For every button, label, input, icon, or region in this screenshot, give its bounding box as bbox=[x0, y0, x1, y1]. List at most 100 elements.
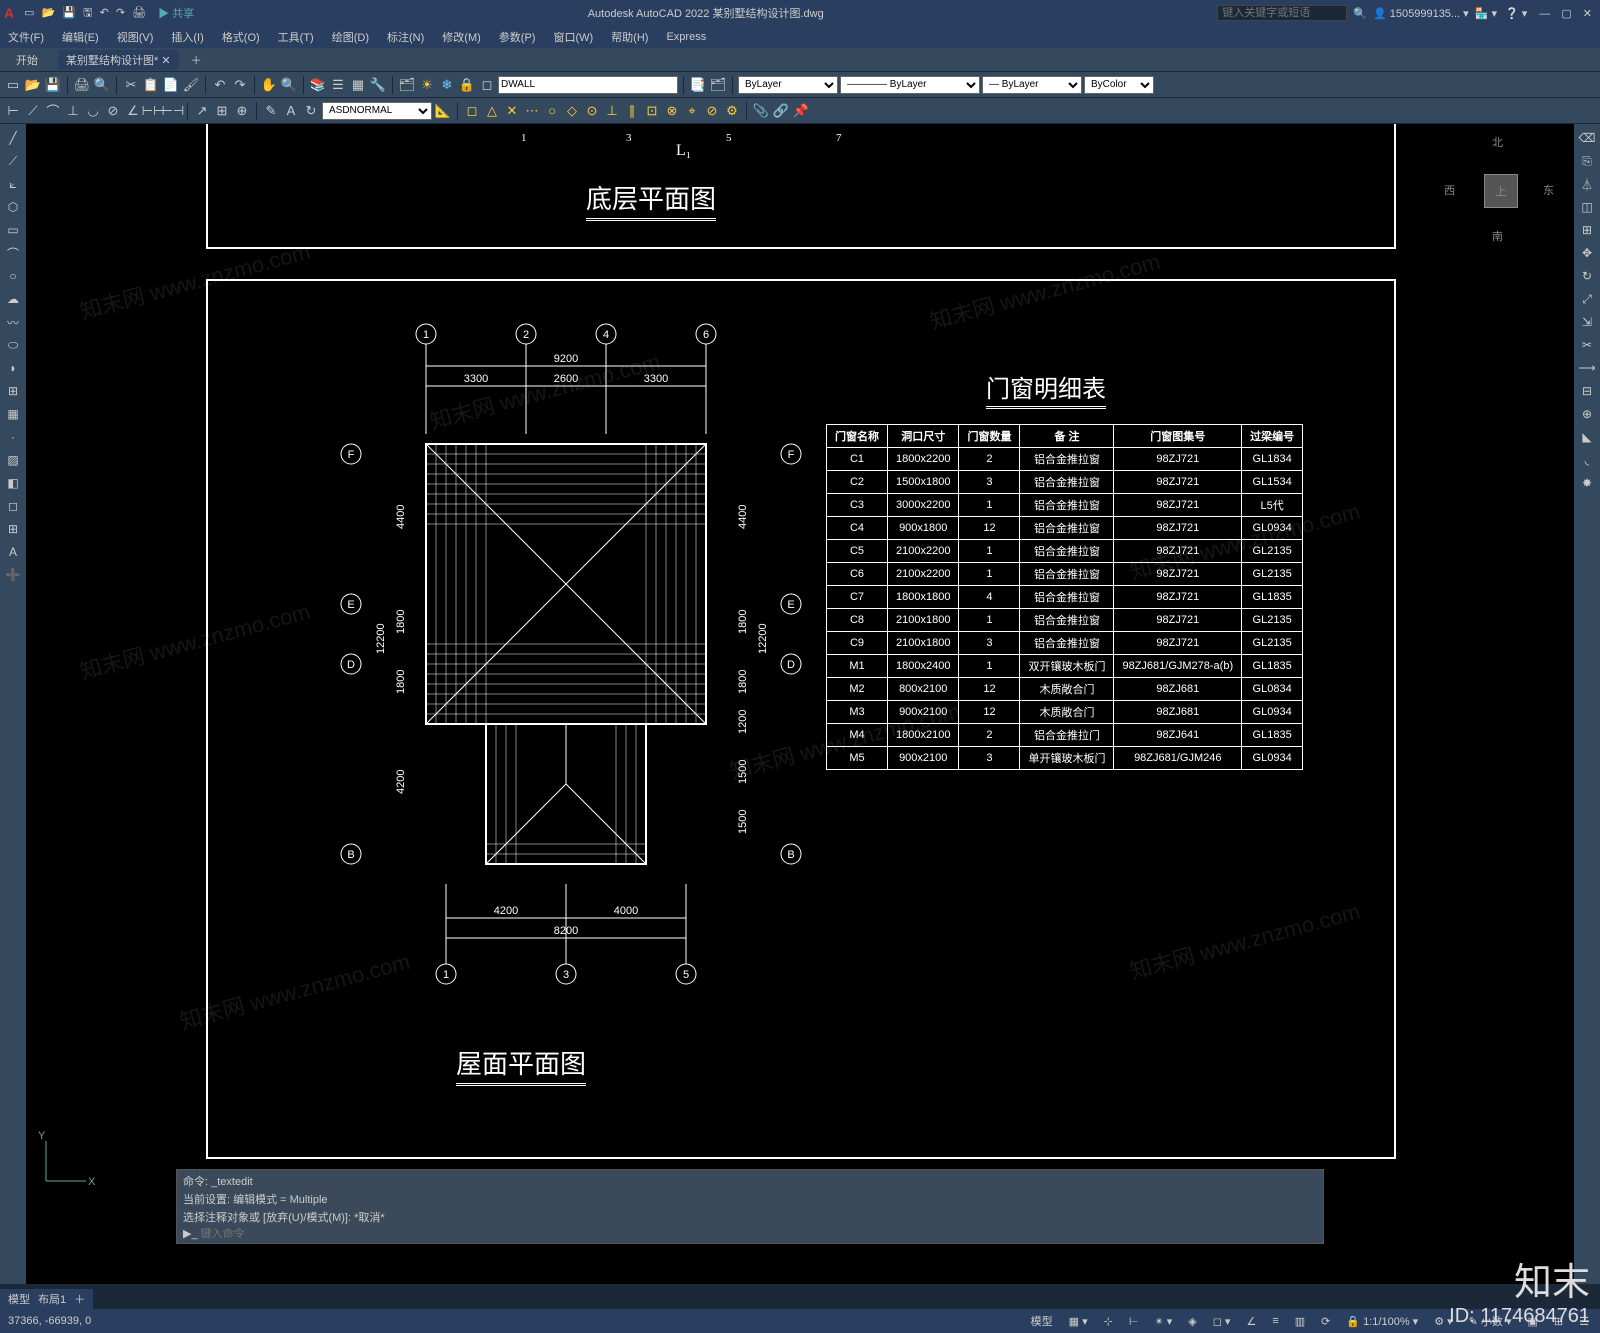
dimedit-icon[interactable]: ✎ bbox=[262, 102, 280, 120]
leader-icon[interactable]: ↗ bbox=[193, 102, 211, 120]
spline-icon[interactable]: 〰 bbox=[3, 312, 23, 332]
trans-icon[interactable]: ▥ bbox=[1292, 1315, 1308, 1328]
dimstyle-icon[interactable]: 📐 bbox=[434, 102, 452, 120]
stretch-icon[interactable]: ⇲ bbox=[1577, 312, 1597, 332]
layermgr-icon[interactable]: 🗂 bbox=[398, 76, 416, 94]
lock-icon[interactable]: 🔒 bbox=[458, 76, 476, 94]
line-icon[interactable]: ╱ bbox=[3, 128, 23, 148]
region-icon[interactable]: ◻ bbox=[3, 496, 23, 516]
tab-layout1[interactable]: 布局1 bbox=[38, 1291, 66, 1307]
menu-dim[interactable]: 标注(N) bbox=[387, 29, 424, 45]
new-icon[interactable]: ▭ bbox=[4, 76, 22, 94]
preview-icon[interactable]: 🔍 bbox=[93, 76, 111, 94]
dim-arc-icon[interactable]: ⌒ bbox=[44, 102, 62, 120]
ref-icon[interactable]: 📎 bbox=[752, 102, 770, 120]
cut-icon[interactable]: ✂ bbox=[122, 76, 140, 94]
offset-icon[interactable]: ◫ bbox=[1577, 197, 1597, 217]
fillet-icon[interactable]: ◟ bbox=[1577, 450, 1597, 470]
menu-express[interactable]: Express bbox=[666, 31, 706, 43]
vc-top[interactable]: 上 bbox=[1484, 174, 1518, 208]
menu-window[interactable]: 窗口(W) bbox=[553, 29, 593, 45]
ref3-icon[interactable]: 📌 bbox=[792, 102, 810, 120]
dim-linear-icon[interactable]: ⊢ bbox=[4, 102, 22, 120]
snap-end-icon[interactable]: ◻ bbox=[463, 102, 481, 120]
minimize-icon[interactable]: — bbox=[1539, 8, 1550, 20]
ellipsearc-icon[interactable]: ◗ bbox=[3, 358, 23, 378]
appstore-icon[interactable]: 🏪 ▾ bbox=[1475, 7, 1497, 20]
snap-ins-icon[interactable]: ⊡ bbox=[643, 102, 661, 120]
lwt-icon[interactable]: ≡ bbox=[1269, 1315, 1281, 1327]
ortho-icon[interactable]: ⊢ bbox=[1126, 1315, 1142, 1328]
vc-east[interactable]: 东 bbox=[1543, 182, 1554, 198]
menu-file[interactable]: 文件(F) bbox=[8, 29, 44, 45]
move-icon[interactable]: ✥ bbox=[1577, 243, 1597, 263]
extend-icon[interactable]: ⟶ bbox=[1577, 358, 1597, 378]
ucs-icon[interactable]: YX bbox=[36, 1131, 96, 1194]
help-icon[interactable]: ❔ ▾ bbox=[1505, 7, 1527, 20]
ellipse-icon[interactable]: ⬭ bbox=[3, 335, 23, 355]
xline-icon[interactable]: ⟋ bbox=[3, 151, 23, 171]
color-select[interactable]: ByLayer bbox=[738, 76, 838, 94]
model-btn[interactable]: 模型 bbox=[1028, 1313, 1056, 1329]
copy-icon[interactable]: ⎘ bbox=[1577, 151, 1597, 171]
layer-icon[interactable]: 📚 bbox=[309, 76, 327, 94]
menu-tools[interactable]: 工具(T) bbox=[278, 29, 314, 45]
trim-icon[interactable]: ✂ bbox=[1577, 335, 1597, 355]
plotstyle-select[interactable]: ByColor bbox=[1084, 76, 1154, 94]
table-icon[interactable]: ⊞ bbox=[3, 519, 23, 539]
open-icon[interactable]: 📂 bbox=[42, 7, 56, 19]
search-icon[interactable]: 🔍 bbox=[1353, 7, 1367, 20]
undo-icon[interactable]: ↶ bbox=[100, 7, 109, 19]
gradient-icon[interactable]: ◧ bbox=[3, 473, 23, 493]
dimstyle-select[interactable]: ASDNORMAL bbox=[322, 102, 432, 120]
tab-model[interactable]: 模型 bbox=[8, 1291, 30, 1307]
viewcube[interactable]: 北 西 东 南 上 bbox=[1444, 134, 1554, 244]
arc-icon[interactable]: ⌒ bbox=[3, 243, 23, 263]
copy-icon[interactable]: 📋 bbox=[142, 76, 160, 94]
snap-par-icon[interactable]: ∥ bbox=[623, 102, 641, 120]
dimupdate-icon[interactable]: ↻ bbox=[302, 102, 320, 120]
snap-icon[interactable]: ⊹ bbox=[1101, 1315, 1116, 1328]
grid-icon[interactable]: ▦ ▾ bbox=[1066, 1315, 1091, 1328]
snap-mid-icon[interactable]: △ bbox=[483, 102, 501, 120]
point-icon[interactable]: · bbox=[3, 427, 23, 447]
redo-icon[interactable]: ↷ bbox=[231, 76, 249, 94]
share-button[interactable]: ▶ 共享 bbox=[158, 5, 194, 21]
saveas-icon[interactable]: 🖫 bbox=[83, 7, 92, 19]
dimtedit-icon[interactable]: A bbox=[282, 102, 300, 120]
dim-ord-icon[interactable]: ⊥ bbox=[64, 102, 82, 120]
menu-edit[interactable]: 编辑(E) bbox=[62, 29, 99, 45]
open-icon[interactable]: 📂 bbox=[24, 76, 42, 94]
center-icon[interactable]: ⊕ bbox=[233, 102, 251, 120]
match-icon[interactable]: 🖌 bbox=[182, 76, 200, 94]
vc-south[interactable]: 南 bbox=[1492, 228, 1503, 244]
snap-non-icon[interactable]: ⊘ bbox=[703, 102, 721, 120]
polygon-icon[interactable]: ⬡ bbox=[3, 197, 23, 217]
tab-add-icon[interactable]: ＋ bbox=[74, 1291, 85, 1307]
otrack-icon[interactable]: ∠ bbox=[1243, 1315, 1259, 1328]
lineweight-select[interactable]: — ByLayer bbox=[982, 76, 1082, 94]
menu-view[interactable]: 视图(V) bbox=[117, 29, 154, 45]
undo-icon[interactable]: ↶ bbox=[211, 76, 229, 94]
new-icon[interactable]: ▭ bbox=[24, 7, 34, 19]
color-icon[interactable]: ◻ bbox=[478, 76, 496, 94]
maximize-icon[interactable]: ▢ bbox=[1561, 8, 1571, 20]
ref2-icon[interactable]: 🔗 bbox=[772, 102, 790, 120]
mtext-icon[interactable]: A bbox=[3, 542, 23, 562]
zoom-icon[interactable]: 🔍 bbox=[280, 76, 298, 94]
canvas[interactable]: 北 西 东 南 上 1 3 L₁ 5 7 底层平面图 1 2 4 6 9200 … bbox=[26, 124, 1574, 1284]
erase-icon[interactable]: ⌫ bbox=[1577, 128, 1597, 148]
iso-icon[interactable]: ◈ bbox=[1185, 1315, 1199, 1328]
dim-align-icon[interactable]: ⟋ bbox=[24, 102, 42, 120]
break-icon[interactable]: ⊟ bbox=[1577, 381, 1597, 401]
menu-insert[interactable]: 插入(I) bbox=[171, 29, 203, 45]
scale-icon[interactable]: ⤢ bbox=[1577, 289, 1597, 309]
paste-icon[interactable]: 📄 bbox=[162, 76, 180, 94]
snap-int-icon[interactable]: ✕ bbox=[503, 102, 521, 120]
snap-nod-icon[interactable]: ⊗ bbox=[663, 102, 681, 120]
snap-cen-icon[interactable]: ○ bbox=[543, 102, 561, 120]
menu-format[interactable]: 格式(O) bbox=[222, 29, 260, 45]
tab-doc[interactable]: 某别墅结构设计图* ✕ bbox=[58, 50, 179, 70]
tol-icon[interactable]: ⊞ bbox=[213, 102, 231, 120]
tab-start[interactable]: 开始 bbox=[8, 50, 46, 70]
